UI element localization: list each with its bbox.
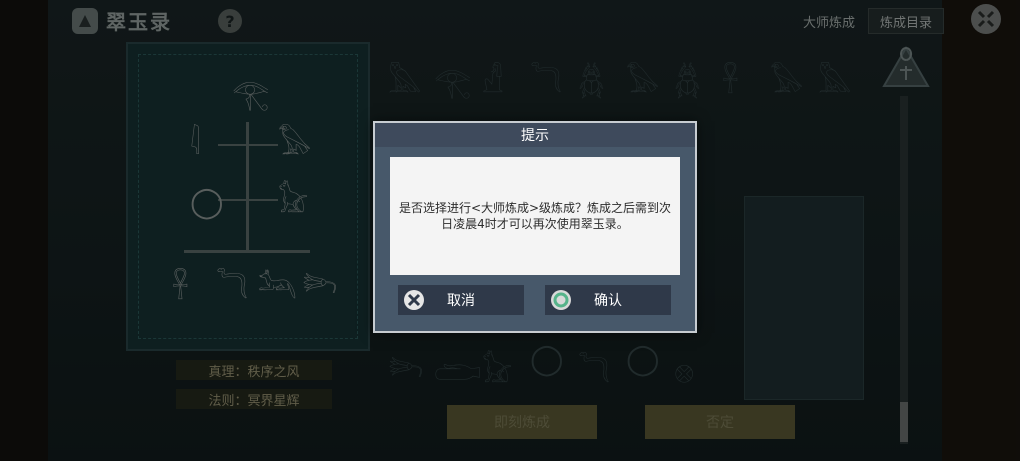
dialog-title: 提示 [375, 123, 695, 147]
game-screen: 翠玉录 ? 大师炼成 炼成目录 𓂀 𓇋 𓅃 ◯ 𓃠 𓋹 𓆓 𓃢 𓆸 真理：秩序之… [0, 0, 1020, 461]
confirm-dialog: 提示 是否选择进行<大师炼成>级炼成？炼成之后需到次日凌晨4时才可以再次使用翠玉… [373, 121, 697, 333]
confirm-icon [551, 290, 571, 310]
cancel-label: 取消 [447, 293, 475, 309]
cancel-icon [404, 290, 424, 310]
confirm-button[interactable]: 确认 [545, 285, 671, 315]
dialog-message: 是否选择进行<大师炼成>级炼成？炼成之后需到次日凌晨4时才可以再次使用翠玉录。 [398, 201, 672, 231]
confirm-label: 确认 [594, 293, 622, 309]
cancel-button[interactable]: 取消 [398, 285, 524, 315]
dialog-body: 是否选择进行<大师炼成>级炼成？炼成之后需到次日凌晨4时才可以再次使用翠玉录。 [390, 157, 680, 275]
